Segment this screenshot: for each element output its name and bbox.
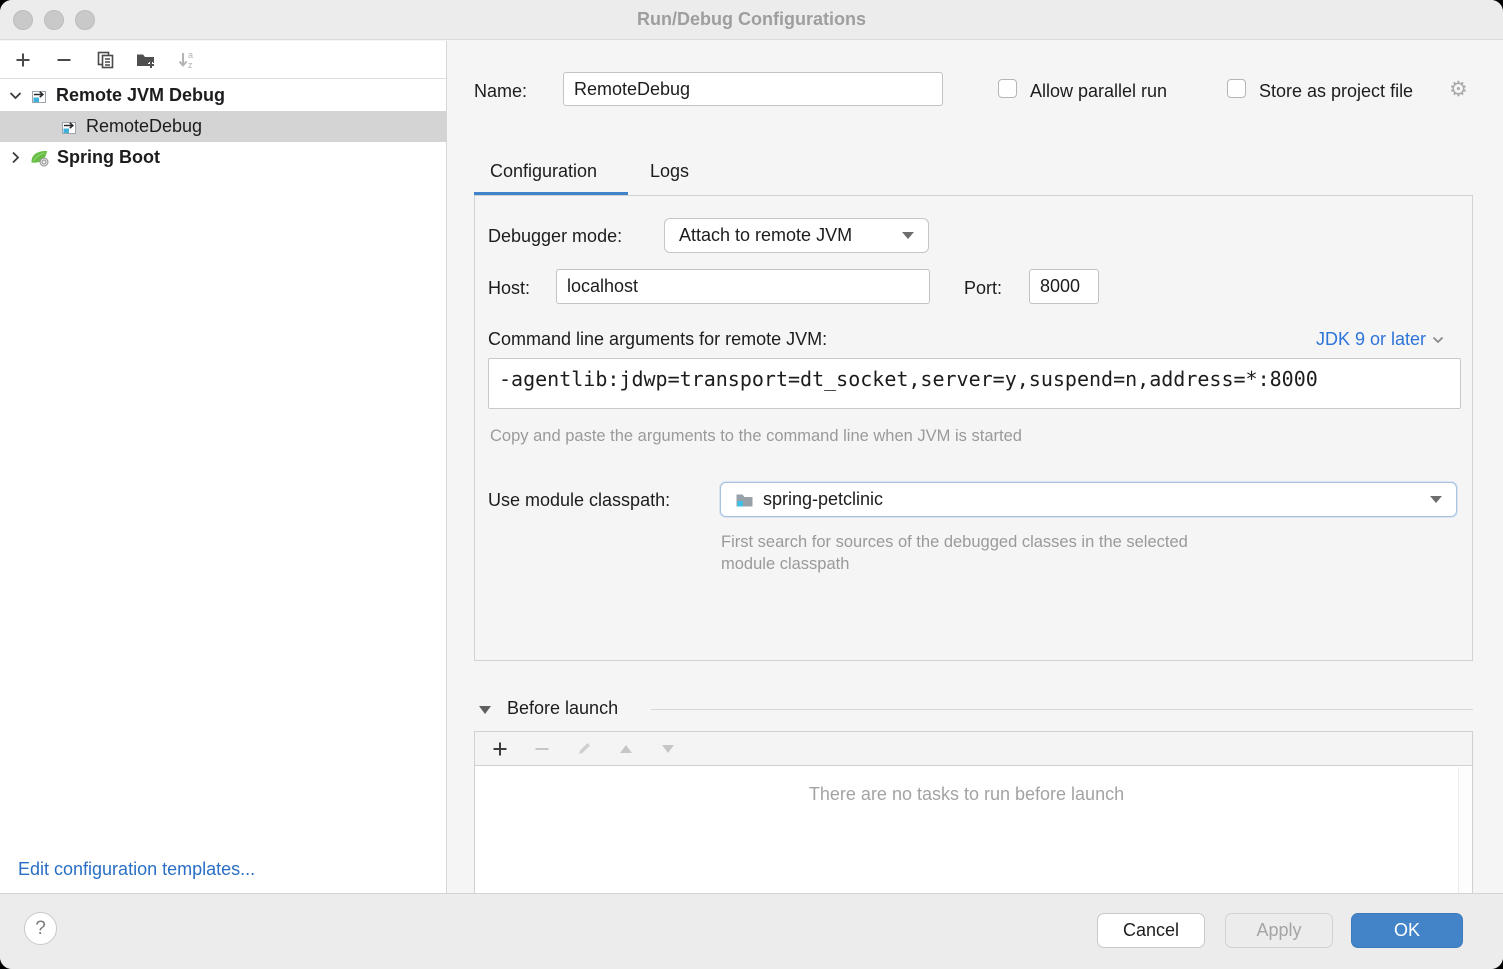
edit-task-button[interactable] [573,738,595,760]
store-as-project-file-label: Store as project file [1259,81,1413,102]
gear-icon[interactable]: ⚙ [1449,79,1468,100]
remote-debug-icon [60,118,78,136]
new-folder-icon [135,50,157,70]
spring-boot-icon [30,148,49,167]
copy-icon [95,50,115,70]
cmdline-hint: Copy and paste the arguments to the comm… [490,427,1022,446]
store-as-project-file-checkbox[interactable] [1227,79,1246,98]
remote-debug-icon [30,87,48,105]
title-bar: Run/Debug Configurations [0,0,1503,40]
jdk-version-label: JDK 9 or later [1316,329,1426,350]
tab-configuration[interactable]: Configuration [490,161,597,182]
tree-item-remotedebug[interactable]: RemoteDebug [0,111,446,142]
move-task-down-button[interactable] [657,738,679,760]
allow-parallel-run-checkbox[interactable] [998,79,1017,98]
triangle-up-icon [620,745,632,753]
dialog-footer: ? Cancel Apply OK [0,893,1503,969]
sort-configurations-button[interactable]: a z [176,49,198,71]
add-task-button[interactable] [489,738,511,760]
move-task-up-button[interactable] [615,738,637,760]
cancel-button[interactable]: Cancel [1097,913,1205,948]
name-input[interactable] [563,72,943,106]
scrollbar-track[interactable] [1458,767,1472,893]
triangle-down-icon [662,745,674,753]
cmdline-arguments-value: -agentlib:jdwp=transport=dt_socket,serve… [499,367,1318,391]
host-input[interactable] [556,269,930,304]
configuration-content: Name: Allow parallel run Store as projec… [448,41,1503,893]
chevron-down-icon [902,232,914,239]
sidebar-toolbar: a z [0,41,446,79]
before-launch-toolbar [475,732,1472,766]
module-folder-icon [735,491,754,509]
jdk-version-selector[interactable]: JDK 9 or later [1316,329,1444,350]
cmdline-arguments-label: Command line arguments for remote JVM: [488,329,827,350]
edit-configuration-templates-link[interactable]: Edit configuration templates... [18,859,255,880]
module-classpath-select[interactable]: spring-petclinic [720,482,1457,517]
tree-item-label: Remote JVM Debug [56,85,225,106]
port-input[interactable] [1029,269,1099,304]
copy-configuration-button[interactable] [94,49,116,71]
host-label: Host: [488,278,530,299]
dialog-title: Run/Debug Configurations [0,9,1503,30]
chevron-down-icon[interactable] [0,91,30,100]
debugger-mode-select[interactable]: Attach to remote JVM [664,218,929,253]
configuration-tree: Remote JVM Debug RemoteDebug [0,80,446,173]
debugger-mode-value: Attach to remote JVM [679,225,852,246]
allow-parallel-run-label: Allow parallel run [1030,81,1167,102]
before-launch-empty-text: There are no tasks to run before launch [475,784,1458,805]
chevron-down-icon [1432,336,1444,344]
chevron-right-icon[interactable] [0,151,30,164]
before-launch-title: Before launch [507,698,618,719]
port-label: Port: [964,278,1002,299]
tab-logs[interactable]: Logs [650,161,689,182]
tree-item-remote-jvm-debug[interactable]: Remote JVM Debug [0,80,446,111]
debugger-mode-label: Debugger mode: [488,226,622,247]
before-launch-panel: There are no tasks to run before launch [474,731,1473,893]
module-classpath-hint: First search for sources of the debugged… [721,531,1231,575]
plus-icon [494,742,507,755]
pencil-icon [575,740,593,758]
tree-item-spring-boot[interactable]: Spring Boot [0,142,446,173]
new-folder-button[interactable] [135,49,157,71]
module-classpath-value: spring-petclinic [763,489,883,510]
remove-task-button[interactable] [531,738,553,760]
help-button[interactable]: ? [24,912,57,945]
configuration-panel: Debugger mode: Attach to remote JVM Host… [474,195,1473,661]
sort-az-icon: a z [176,49,198,71]
collapse-arrow-icon[interactable] [479,706,491,714]
plus-icon [17,53,30,66]
chevron-down-icon [1430,496,1442,503]
add-configuration-button[interactable] [12,49,34,71]
module-classpath-label: Use module classpath: [488,490,670,511]
apply-button[interactable]: Apply [1225,913,1333,948]
run-debug-configurations-dialog: Run/Debug Configurations [0,0,1503,969]
cmdline-arguments-field[interactable]: -agentlib:jdwp=transport=dt_socket,serve… [488,358,1461,409]
name-label: Name: [474,81,527,102]
svg-text:a: a [188,50,193,60]
tree-item-label: Spring Boot [57,147,160,168]
ok-button[interactable]: OK [1351,913,1463,948]
tree-item-label: RemoteDebug [86,116,202,137]
section-divider [651,709,1473,710]
remove-configuration-button[interactable] [53,49,75,71]
svg-text:z: z [188,60,193,70]
configurations-sidebar: a z Remote JVM Debug [0,41,447,893]
